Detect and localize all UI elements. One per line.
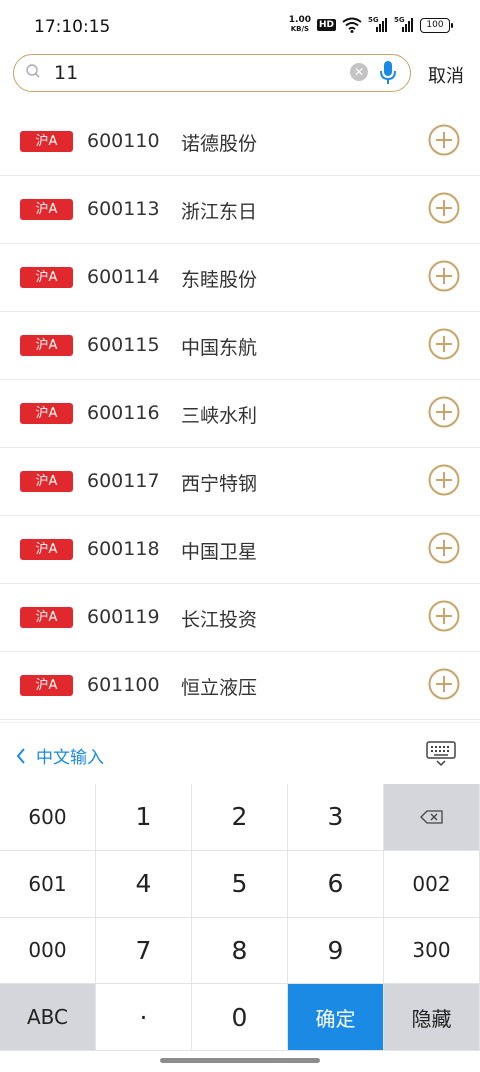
clear-icon[interactable]: ✕	[350, 63, 368, 81]
market-badge: 沪A	[20, 539, 73, 560]
stock-name: 浙江东日	[181, 201, 258, 223]
market-badge: 沪A	[20, 335, 73, 356]
key-4[interactable]: 4	[96, 850, 192, 918]
backspace-key[interactable]	[384, 784, 480, 851]
stock-name: 恒立液压	[181, 677, 258, 699]
hide-keyboard-button[interactable]: 隐藏	[384, 984, 480, 1051]
status-icons: 1.00 KB/S HD 5G 5G 100	[288, 15, 453, 34]
key-6[interactable]: 6	[288, 850, 384, 918]
market-badge: 沪A	[20, 199, 73, 220]
stock-name: 中国卫星	[181, 541, 258, 563]
add-icon[interactable]	[428, 668, 460, 700]
stock-name: 诺德股份	[181, 133, 258, 155]
add-icon[interactable]	[428, 396, 460, 428]
battery-icon: 100	[420, 17, 453, 33]
stock-code: 600119	[87, 606, 160, 628]
market-badge: 沪A	[20, 471, 73, 492]
key-601[interactable]: 601	[0, 850, 96, 918]
key-7[interactable]: 7	[96, 917, 192, 985]
chinese-input-button[interactable]: 中文输入	[16, 743, 104, 768]
market-badge: 沪A	[20, 131, 73, 152]
list-item[interactable]: 沪A 600114 东睦股份	[0, 244, 480, 312]
stock-name: 长江投资	[181, 609, 258, 631]
search-icon	[26, 64, 40, 78]
stock-code: 600110	[87, 130, 160, 152]
network-speed: 1.00 KB/S	[288, 15, 311, 34]
stock-name: 三峡水利	[181, 405, 258, 427]
wifi-icon	[342, 17, 362, 33]
confirm-button[interactable]: 确定	[288, 984, 384, 1051]
list-item[interactable]: 沪A 600119 长江投资	[0, 584, 480, 652]
search-box[interactable]: ✕	[13, 54, 411, 92]
add-icon[interactable]	[428, 600, 460, 632]
hd-icon: HD	[316, 19, 336, 31]
status-time: 17:10:15	[34, 17, 111, 37]
stock-name: 东睦股份	[181, 269, 258, 291]
stock-code: 600118	[87, 538, 160, 560]
search-results-list: 沪A 600110 诺德股份 沪A 600113 浙江东日 沪A 600114 …	[0, 108, 480, 720]
keyboard-hide-icon[interactable]	[426, 741, 456, 767]
key-9[interactable]: 9	[288, 917, 384, 985]
key-1[interactable]: 1	[96, 784, 192, 851]
numeric-keypad: 600 1 2 3 601 4 5 6 002 000 7 8 9 300 AB…	[0, 784, 480, 1051]
cell-signal-icon-2: 5G	[394, 16, 414, 32]
key-3[interactable]: 3	[288, 784, 384, 851]
cancel-button[interactable]: 取消	[428, 62, 464, 88]
market-badge: 沪A	[20, 267, 73, 288]
key-000[interactable]: 000	[0, 917, 96, 985]
input-mode-label: 中文输入	[36, 748, 104, 768]
cell-signal-icon: 5G	[368, 16, 388, 32]
market-badge: 沪A	[20, 675, 73, 696]
stock-name: 西宁特钢	[181, 473, 258, 495]
chevron-left-icon	[16, 747, 25, 764]
market-badge: 沪A	[20, 607, 73, 628]
stock-code: 600116	[87, 402, 160, 424]
home-indicator[interactable]	[160, 1058, 320, 1063]
stock-code: 601100	[87, 674, 160, 696]
list-item[interactable]: 沪A 600110 诺德股份	[0, 108, 480, 176]
status-bar: 17:10:15 1.00 KB/S HD 5G 5G 100	[0, 0, 480, 52]
stock-code: 600113	[87, 198, 160, 220]
add-icon[interactable]	[428, 124, 460, 156]
key-2[interactable]: 2	[192, 784, 288, 851]
stock-name: 中国东航	[181, 337, 258, 359]
add-icon[interactable]	[428, 260, 460, 292]
list-item[interactable]: 沪A 600113 浙江东日	[0, 176, 480, 244]
key-8[interactable]: 8	[192, 917, 288, 985]
key-300[interactable]: 300	[384, 917, 480, 985]
add-icon[interactable]	[428, 328, 460, 360]
list-item[interactable]: 沪A 600115 中国东航	[0, 312, 480, 380]
key-0[interactable]: 0	[192, 984, 288, 1051]
key-600[interactable]: 600	[0, 784, 96, 851]
stock-code: 600117	[87, 470, 160, 492]
dot-key[interactable]: ·	[96, 984, 192, 1051]
abc-key[interactable]: ABC	[0, 984, 96, 1051]
list-item[interactable]: 沪A 600117 西宁特钢	[0, 448, 480, 516]
microphone-icon[interactable]	[378, 60, 398, 86]
key-5[interactable]: 5	[192, 850, 288, 918]
search-input[interactable]	[54, 59, 344, 87]
key-002[interactable]: 002	[384, 850, 480, 918]
list-item[interactable]: 沪A 601100 恒立液压	[0, 652, 480, 720]
list-item[interactable]: 沪A 600118 中国卫星	[0, 516, 480, 584]
stock-code: 600115	[87, 334, 160, 356]
list-item[interactable]: 沪A 600116 三峡水利	[0, 380, 480, 448]
add-icon[interactable]	[428, 192, 460, 224]
backspace-icon	[419, 810, 443, 824]
stock-code: 600114	[87, 266, 160, 288]
keyboard-header: 中文输入	[0, 722, 480, 785]
add-icon[interactable]	[428, 532, 460, 564]
market-badge: 沪A	[20, 403, 73, 424]
add-icon[interactable]	[428, 464, 460, 496]
